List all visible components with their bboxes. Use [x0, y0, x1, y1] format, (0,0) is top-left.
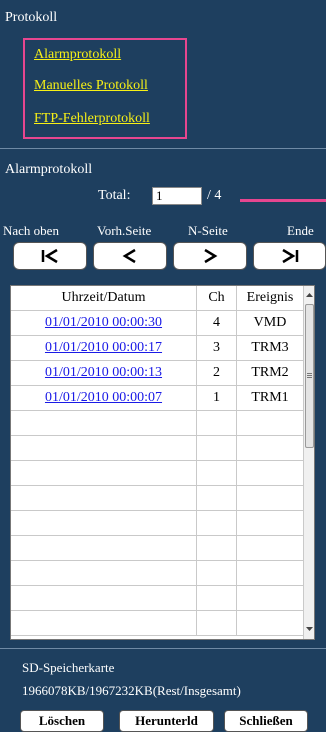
datetime-link[interactable]: 01/01/2010 00:00:17: [45, 340, 162, 355]
table-row: [11, 461, 303, 486]
channel-cell: 3: [197, 336, 237, 360]
table-row: [11, 411, 303, 436]
total-label: Total:: [98, 188, 131, 203]
datetime-cell: 01/01/2010 00:00:17: [11, 336, 197, 360]
ftp-error-log-link[interactable]: FTP-Fehlerprotokoll: [34, 111, 150, 127]
manual-log-link[interactable]: Manuelles Protokoll: [34, 78, 148, 94]
header-datetime: Uhrzeit/Datum: [11, 286, 197, 310]
empty-cell: [11, 411, 197, 435]
empty-cell: [197, 536, 237, 560]
empty-cell: [11, 611, 197, 635]
datetime-link[interactable]: 01/01/2010 00:00:30: [45, 315, 162, 330]
scroll-down-arrow[interactable]: [304, 621, 314, 637]
datetime-link[interactable]: 01/01/2010 00:00:07: [45, 390, 162, 405]
table-row: [11, 511, 303, 536]
table-row: 01/01/2010 00:00:17 3 TRM3: [11, 336, 303, 361]
table-row: 01/01/2010 00:00:30 4 VMD: [11, 311, 303, 336]
empty-cell: [197, 461, 237, 485]
protokoll-title: Protokoll: [5, 10, 58, 25]
page-number-input[interactable]: 1: [152, 187, 202, 205]
empty-cell: [11, 461, 197, 485]
last-page-label: Ende: [287, 223, 314, 238]
scroll-up-arrow[interactable]: [304, 287, 314, 303]
table-row: 01/01/2010 00:00:07 1 TRM1: [11, 386, 303, 411]
previous-page-icon: [122, 248, 136, 264]
header-event: Ereignis: [246, 290, 294, 305]
thumb-grip: [307, 373, 312, 374]
previous-page-button[interactable]: [93, 242, 167, 270]
previous-page-label: Vorh.Seite: [97, 223, 152, 238]
table-row: [11, 436, 303, 461]
section-divider: [0, 148, 326, 149]
empty-cell: [237, 436, 303, 460]
empty-cell: [197, 411, 237, 435]
empty-cell: [11, 486, 197, 510]
empty-cell: [197, 611, 237, 635]
empty-cell: [197, 561, 237, 585]
scroll-down-icon: [306, 627, 313, 631]
last-page-icon: [281, 248, 298, 264]
table-row: [11, 611, 303, 636]
table-row: [11, 536, 303, 561]
highlight-line: [240, 199, 326, 202]
thumb-grip: [307, 375, 312, 376]
scroll-up-icon: [306, 293, 313, 297]
empty-cell: [11, 586, 197, 610]
table-row: 01/01/2010 00:00:13 2 TRM2: [11, 361, 303, 386]
empty-cell: [237, 586, 303, 610]
event-cell: TRM1: [251, 390, 289, 405]
alarm-log-link[interactable]: Alarmprotokoll: [34, 47, 121, 63]
empty-cell: [237, 611, 303, 635]
empty-cell: [237, 536, 303, 560]
table-row: [11, 486, 303, 511]
log-table: Uhrzeit/Datum Ch Ereignis 01/01/2010 00:…: [10, 285, 315, 640]
table-row: [11, 586, 303, 611]
next-page-label: N-Seite: [188, 223, 228, 238]
vertical-scrollbar[interactable]: [303, 286, 314, 639]
empty-cell: [11, 536, 197, 560]
empty-cell: [11, 561, 197, 585]
channel-cell: 2: [197, 361, 237, 385]
empty-cell: [237, 511, 303, 535]
first-page-icon: [41, 248, 58, 264]
empty-cell: [11, 436, 197, 460]
empty-cell: [197, 436, 237, 460]
datetime-cell: 01/01/2010 00:00:30: [11, 311, 197, 335]
empty-cell: [11, 511, 197, 535]
empty-cell: [197, 486, 237, 510]
empty-cell: [197, 586, 237, 610]
event-cell: TRM2: [251, 365, 289, 380]
channel-cell: 4: [197, 311, 237, 335]
datetime-cell: 01/01/2010 00:00:07: [11, 386, 197, 410]
last-page-button[interactable]: [253, 242, 326, 270]
next-page-icon: [204, 248, 218, 264]
empty-cell: [237, 561, 303, 585]
first-page-button[interactable]: [13, 242, 87, 270]
table-row: [11, 561, 303, 586]
protokoll-links-box: Alarmprotokoll Manuelles Protokoll FTP-F…: [23, 38, 187, 139]
datetime-cell: 01/01/2010 00:00:13: [11, 361, 197, 385]
scrollbar-thumb[interactable]: [305, 304, 314, 448]
empty-cell: [237, 486, 303, 510]
empty-cell: [237, 411, 303, 435]
event-cell: VMD: [253, 315, 287, 330]
first-page-label: Nach oben: [3, 223, 59, 238]
next-page-button[interactable]: [173, 242, 247, 270]
section-divider: [0, 648, 326, 649]
empty-cell: [197, 511, 237, 535]
sd-card-title: SD-Speicherkarte: [22, 660, 115, 675]
thumb-grip: [307, 377, 312, 378]
table-header-row: Uhrzeit/Datum Ch Ereignis: [11, 286, 303, 311]
header-channel: Ch: [197, 286, 237, 310]
total-pages: / 4: [207, 188, 222, 203]
channel-cell: 1: [197, 386, 237, 410]
empty-cell: [237, 461, 303, 485]
sd-card-capacity: 1966078KB/1967232KB(Rest/Insgesamt): [22, 683, 241, 698]
datetime-link[interactable]: 01/01/2010 00:00:13: [45, 365, 162, 380]
event-cell: TRM3: [251, 340, 289, 355]
log-title: Alarmprotokoll: [5, 162, 93, 177]
